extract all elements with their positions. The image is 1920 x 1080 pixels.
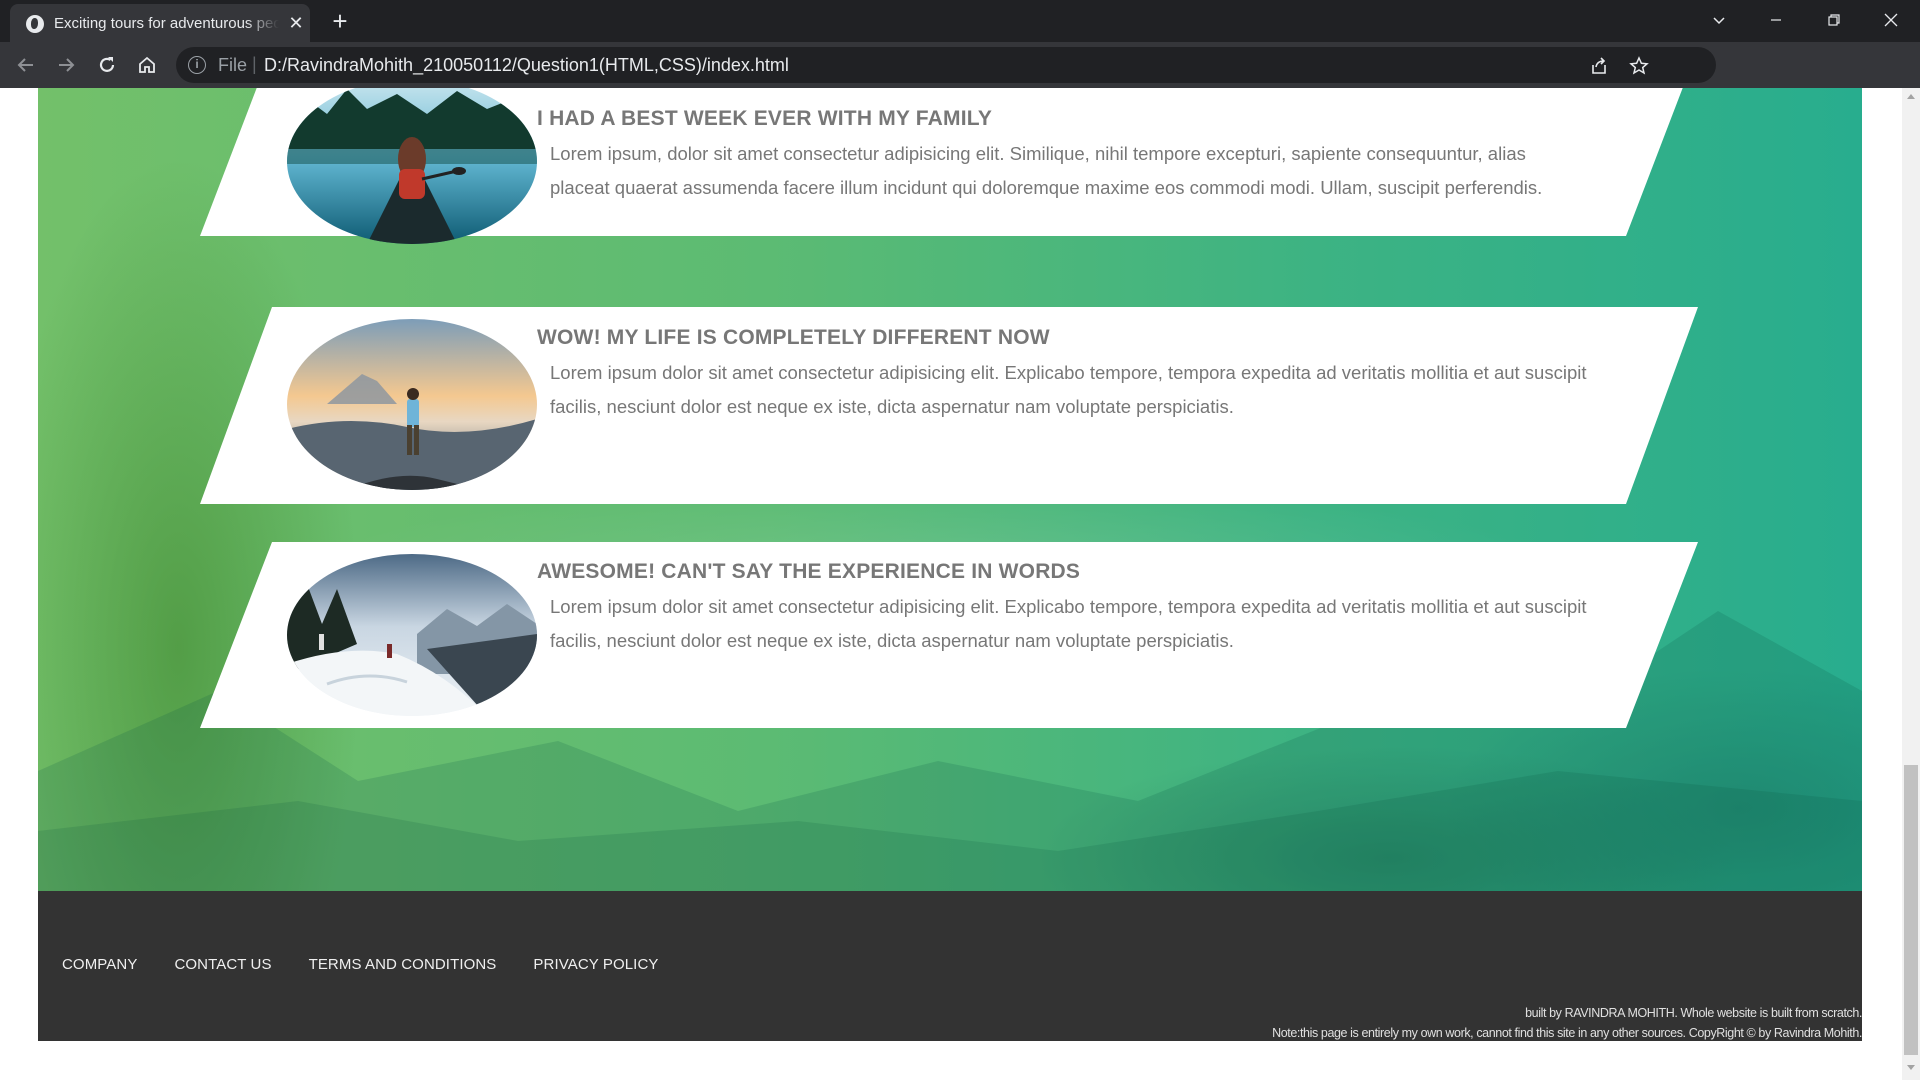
vertical-scrollbar[interactable] bbox=[1902, 88, 1920, 1080]
close-tab-icon[interactable]: ✕ bbox=[286, 13, 306, 33]
reload-button[interactable] bbox=[95, 53, 119, 77]
story-photo bbox=[287, 554, 537, 716]
page-viewport: I HAD A BEST WEEK EVER WITH MY FAMILY Lo… bbox=[0, 88, 1920, 1080]
share-icon bbox=[1592, 57, 1606, 74]
close-icon bbox=[1884, 13, 1898, 27]
scroll-up-arrow-icon[interactable] bbox=[1907, 94, 1915, 99]
home-button[interactable] bbox=[135, 53, 159, 77]
url-scheme: File bbox=[218, 55, 248, 75]
globe-icon bbox=[26, 15, 44, 33]
tab-search-button[interactable] bbox=[1690, 0, 1748, 40]
browser-tab-active[interactable]: Exciting tours for adventurous people ✕ bbox=[10, 4, 310, 42]
stories-section: I HAD A BEST WEEK EVER WITH MY FAMILY Lo… bbox=[38, 88, 1862, 891]
credit-line: built by RAVINDRA MOHITH. Whole website … bbox=[1525, 1006, 1862, 1020]
story-card: WOW! MY LIFE IS COMPLETELY DIFFERENT NOW… bbox=[200, 307, 1698, 504]
back-button[interactable] bbox=[14, 53, 38, 77]
home-icon bbox=[139, 56, 155, 73]
reload-icon bbox=[99, 57, 115, 72]
story-text: Lorem ipsum dolor sit amet consectetur a… bbox=[550, 362, 1587, 417]
close-window-button[interactable] bbox=[1862, 0, 1920, 40]
footer-link-privacy[interactable]: PRIVACY POLICY bbox=[533, 956, 658, 973]
share-button[interactable] bbox=[1588, 55, 1610, 77]
snowy-ridge-photo bbox=[287, 554, 537, 716]
new-tab-button[interactable]: + bbox=[326, 8, 354, 36]
story-photo bbox=[287, 319, 537, 490]
browser-tab-strip: Exciting tours for adventurous people ✕ … bbox=[0, 0, 1920, 42]
url-separator: | bbox=[252, 54, 257, 74]
story-heading: I HAD A BEST WEEK EVER WITH MY FAMILY bbox=[537, 107, 993, 130]
tab-title: Exciting tours for adventurous people bbox=[54, 15, 279, 32]
footer-link-terms[interactable]: TERMS AND CONDITIONS bbox=[309, 956, 497, 973]
story-card: AWESOME! CAN'T SAY THE EXPERIENCE IN WOR… bbox=[200, 542, 1698, 728]
forward-button[interactable] bbox=[54, 53, 78, 77]
address-bar[interactable]: i File | D:/RavindraMohith_210050112/Que… bbox=[176, 47, 1716, 83]
browser-toolbar: i File | D:/RavindraMohith_210050112/Que… bbox=[0, 42, 1920, 121]
story-card: I HAD A BEST WEEK EVER WITH MY FAMILY Lo… bbox=[200, 88, 1698, 244]
minimize-icon bbox=[1771, 19, 1781, 21]
restore-button[interactable] bbox=[1805, 0, 1863, 40]
restore-icon bbox=[1828, 14, 1840, 26]
story-heading: WOW! MY LIFE IS COMPLETELY DIFFERENT NOW bbox=[537, 326, 1050, 349]
star-icon bbox=[1629, 56, 1649, 75]
copyright-line: Note:this page is entirely my own work, … bbox=[1272, 1026, 1862, 1040]
story-text: Lorem ipsum, dolor sit amet consectetur … bbox=[550, 143, 1543, 198]
scrollbar-thumb[interactable] bbox=[1904, 765, 1918, 1055]
footer-credit: built by RAVINDRA MOHITH. Whole website … bbox=[1272, 1003, 1862, 1043]
footer-link-company[interactable]: COMPANY bbox=[62, 956, 137, 973]
arrow-right-icon bbox=[59, 58, 75, 72]
mountain-sunset-photo bbox=[287, 319, 537, 490]
arrow-left-icon bbox=[17, 58, 33, 72]
url-text[interactable]: D:/RavindraMohith_210050112/Question1(HT… bbox=[264, 55, 789, 76]
footer-nav: COMPANY CONTACT US TERMS AND CONDITIONS … bbox=[62, 956, 658, 973]
chevron-down-icon bbox=[1713, 17, 1725, 25]
story-heading: AWESOME! CAN'T SAY THE EXPERIENCE IN WOR… bbox=[537, 560, 1081, 583]
bookmark-button[interactable] bbox=[1628, 55, 1650, 77]
minimize-button[interactable] bbox=[1747, 0, 1805, 40]
page-footer: COMPANY CONTACT US TERMS AND CONDITIONS … bbox=[38, 891, 1862, 1041]
story-text: Lorem ipsum dolor sit amet consectetur a… bbox=[550, 596, 1587, 651]
info-icon[interactable]: i bbox=[188, 56, 206, 74]
footer-link-contact-us[interactable]: CONTACT US bbox=[174, 956, 271, 973]
scroll-down-arrow-icon[interactable] bbox=[1907, 1065, 1915, 1070]
